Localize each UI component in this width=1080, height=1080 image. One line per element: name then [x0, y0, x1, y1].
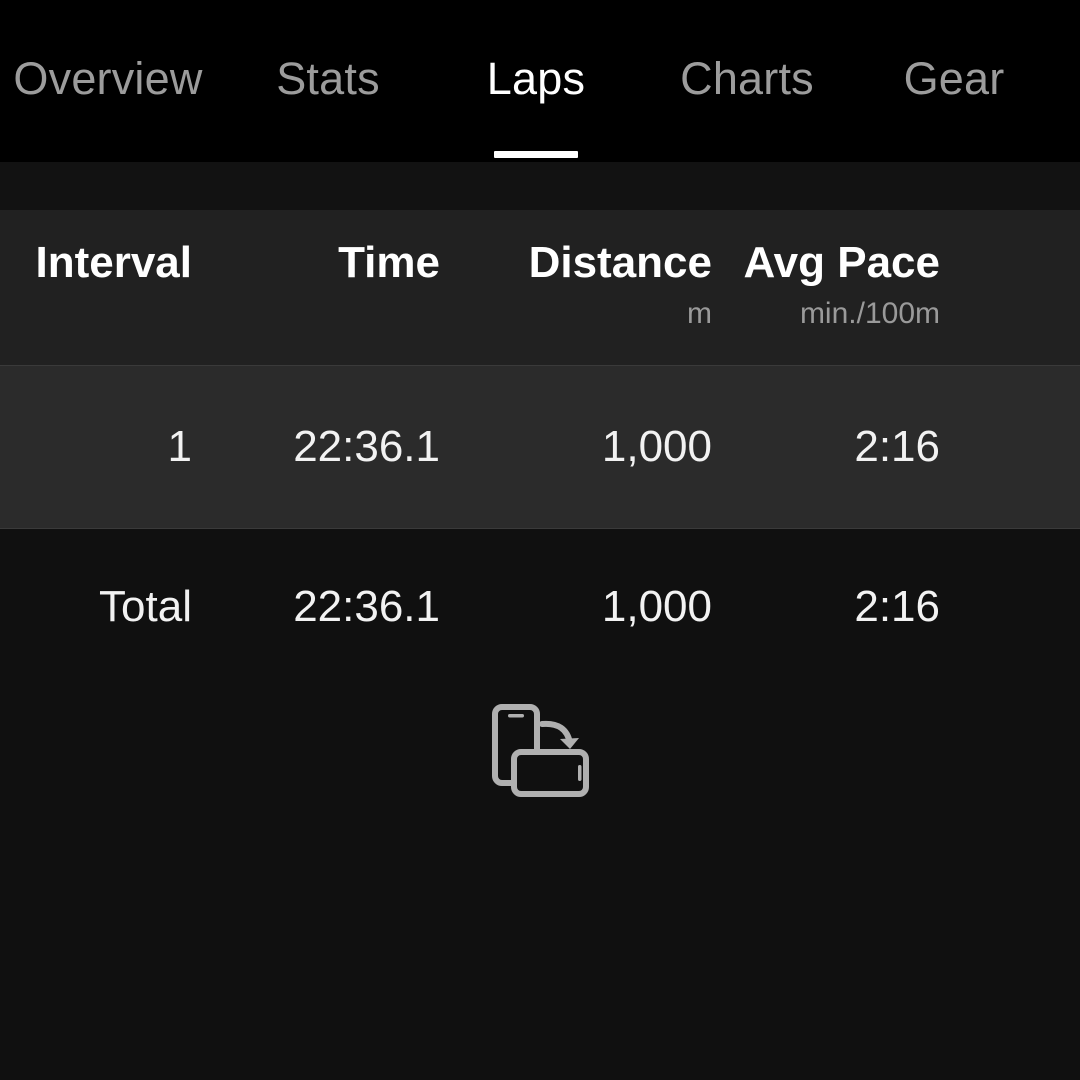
cell-interval-value: 1: [167, 422, 192, 471]
tab-overview[interactable]: Overview: [0, 0, 216, 162]
tab-bar: Overview Stats Laps Charts Gear: [0, 0, 1080, 162]
column-header-distance-unit: m: [687, 297, 712, 331]
rotate-device-icon: [492, 703, 589, 797]
column-header-time-title: Time: [338, 238, 440, 287]
cell-total-avg-pace: 2:16: [712, 529, 1010, 685]
table-header-row: Interval Time Distance m Avg Pace min./1…: [0, 210, 1080, 366]
cell-total-time: 22:36.1: [192, 529, 440, 685]
tab-laps[interactable]: Laps: [443, 0, 629, 162]
column-header-time: Time: [192, 210, 440, 298]
column-header-avg-pace: Avg Pace min./100m: [712, 210, 1010, 330]
table-total-row: Total 22:36.1 1,000 2:16: [0, 529, 1080, 685]
tab-stats-label: Stats: [276, 52, 380, 104]
column-header-avg-pace-title: Avg Pace: [743, 238, 940, 287]
cell-total-distance-value: 1,000: [601, 582, 712, 631]
tab-stats[interactable]: Stats: [230, 0, 426, 162]
column-header-interval: Interval: [0, 210, 192, 298]
column-header-distance-title: Distance: [528, 238, 712, 287]
cell-avg-pace-value: 2:16: [854, 422, 940, 471]
cell-total-distance: 1,000: [440, 529, 712, 685]
column-header-avg-pace-unit: min./100m: [799, 297, 940, 331]
tab-charts[interactable]: Charts: [645, 0, 849, 162]
table-row[interactable]: 1 22:36.1 1,000 2:16: [0, 366, 1080, 529]
tab-charts-label: Charts: [680, 52, 814, 104]
cell-distance-value: 1,000: [601, 422, 712, 471]
tab-laps-label: Laps: [486, 52, 586, 104]
tab-overview-label: Overview: [13, 52, 203, 104]
cell-time-value: 22:36.1: [293, 422, 440, 471]
cell-interval: 1: [0, 366, 192, 528]
active-tab-indicator: [494, 151, 578, 158]
rotate-device-hint: [0, 690, 1080, 810]
cell-total-avg-pace-value: 2:16: [854, 582, 940, 631]
cell-total-label: Total: [0, 529, 192, 685]
cell-total-time-value: 22:36.1: [293, 582, 440, 631]
cell-time: 22:36.1: [192, 366, 440, 528]
cell-avg-pace: 2:16: [712, 366, 1010, 528]
laps-table: Interval Time Distance m Avg Pace min./1…: [0, 210, 1080, 685]
cell-distance: 1,000: [440, 366, 712, 528]
tabbar-gap: [0, 162, 1080, 210]
tab-gear[interactable]: Gear: [866, 0, 1042, 162]
column-header-distance: Distance m: [440, 210, 712, 330]
column-header-interval-title: Interval: [35, 238, 192, 287]
cell-total-label-value: Total: [99, 582, 192, 631]
tab-gear-label: Gear: [903, 52, 1005, 104]
